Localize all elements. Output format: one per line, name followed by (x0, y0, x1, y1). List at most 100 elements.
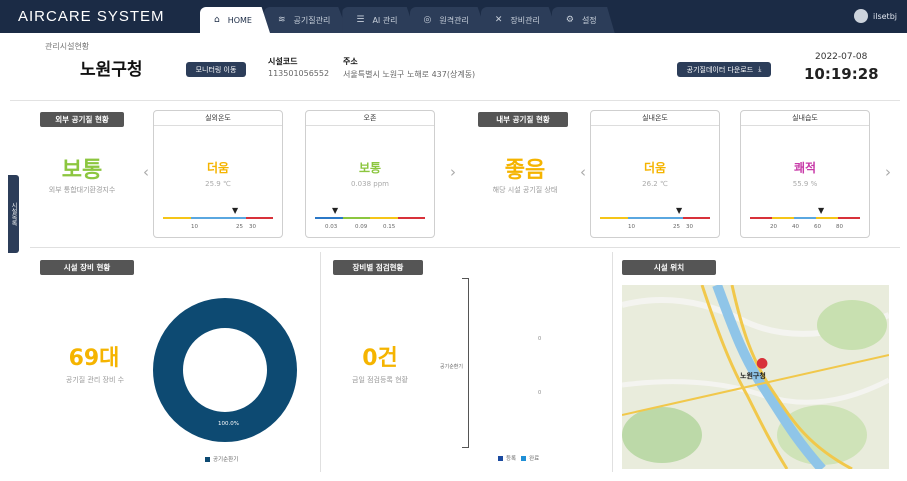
gear-icon: ⚙ (565, 15, 574, 25)
legend-swatch (205, 456, 210, 462)
gauge-ticks: 0.03 0.09 0.15 (315, 224, 425, 232)
card-value: 55.9 % (792, 180, 818, 188)
tab-home[interactable]: ⌂ HOME (200, 7, 270, 33)
metric-card-ozone: 오존 보통 0.038 ppm ▼ 0.03 0.09 0.15 (305, 110, 435, 238)
tick-label: 40 (792, 224, 799, 230)
card-value: 0.038 ppm (351, 180, 389, 188)
tick-label: 20 (770, 224, 777, 230)
outdoor-caption: 외부 통합대기환경지수 (48, 186, 116, 194)
card-value: 25.9 ℃ (205, 180, 231, 188)
map-marker-icon[interactable]: ● (756, 355, 768, 371)
facility-header: 관리시설현황 노원구청 모니터링 이동 시설코드 113501056552 주소… (10, 33, 900, 98)
tick-label: 25 (673, 224, 680, 230)
header-divider (10, 100, 900, 101)
gauge-scale (315, 217, 425, 219)
tick-label: 0.03 (325, 224, 338, 230)
column-divider (320, 252, 321, 472)
inspection-caption: 금일 점검등록 현황 (352, 376, 408, 384)
map-marker-label: 노원구청 (740, 372, 766, 380)
current-date: 2022-07-08 (815, 52, 868, 62)
tab-label: AI 관리 (372, 15, 398, 25)
tab-label: 공기질관리 (293, 15, 331, 25)
tab-label: 원격관리 (439, 15, 469, 25)
equipment-count: 69대 (68, 346, 120, 371)
outdoor-section-title: 외부 공기질 현황 (40, 112, 124, 127)
tick-label: 30 (686, 224, 693, 230)
card-title: 실내온도 (591, 111, 719, 126)
inspection-axis-bracket (462, 278, 469, 448)
chevron-left-icon[interactable]: ‹ (580, 163, 586, 181)
tick-label: 80 (836, 224, 843, 230)
monitoring-button[interactable]: 모니터링 이동 (186, 62, 246, 77)
gauge-marker-icon: ▼ (676, 206, 683, 215)
donut-percent-label: 100.0% (218, 421, 239, 427)
download-label: 공기질데이터 다운로드 (686, 65, 754, 74)
card-status: 보통 (358, 161, 382, 175)
tick-label: 30 (249, 224, 256, 230)
facility-code-label: 시설코드 (268, 57, 298, 66)
legend-label: 등록 (506, 456, 517, 462)
avatar (854, 9, 869, 23)
donut-slice (153, 298, 297, 442)
download-icon: ⤓ (758, 65, 762, 73)
airflow-icon: ≋ (278, 15, 286, 25)
gauge-ticks: 10 25 30 (163, 224, 273, 232)
gauge-scale (750, 217, 860, 219)
column-divider (612, 252, 613, 472)
tick-label: 10 (628, 224, 635, 230)
tab-label: 설정 (581, 15, 597, 25)
tick-label: 25 (236, 224, 243, 230)
location-section-title: 시설 위치 (622, 260, 716, 275)
tick-label: 0.15 (383, 224, 396, 230)
card-status: 더움 (206, 161, 230, 175)
tab-air-quality[interactable]: ≋ 공기질관리 (264, 7, 349, 33)
app-logo[interactable]: AIRCARE SYSTEM (18, 8, 165, 25)
tab-remote[interactable]: ◎ 원격관리 (409, 7, 487, 33)
equipment-section-title: 시설 장비 현황 (40, 260, 134, 275)
tab-ai[interactable]: ☰ AI 관리 (342, 7, 416, 33)
tab-label: 장비관리 (510, 15, 540, 25)
metric-card-indoor-temp: 실내온도 더움 26.2 ℃ ▼ 10 25 30 (590, 110, 720, 238)
tab-equipment[interactable]: ✕ 장비관리 (480, 7, 558, 33)
indoor-status: 좋음 (504, 158, 546, 183)
gauge-marker-icon: ▼ (332, 206, 339, 215)
chevron-left-icon[interactable]: ‹ (143, 163, 149, 181)
y-tick-label: 0 (538, 336, 542, 342)
indoor-caption: 해당 시설 공기질 상태 (492, 186, 558, 194)
main-tabs: ⌂ HOME ≋ 공기질관리 ☰ AI 관리 ◎ 원격관리 ✕ 장비관리 ⚙ 설… (200, 7, 615, 33)
tick-label: 60 (814, 224, 821, 230)
top-navigation-bar: AIRCARE SYSTEM ⌂ HOME ≋ 공기질관리 ☰ AI 관리 ◎ … (0, 0, 907, 33)
equipment-legend: 공기순환기 (205, 455, 238, 463)
gauge-ticks: 20 40 60 80 (750, 224, 860, 232)
card-status: 더움 (643, 161, 667, 175)
facility-map[interactable]: ● 노원구청 (622, 285, 889, 469)
address-value: 서울특별시 노원구 노해로 437(상계동) (343, 70, 476, 79)
legend-swatch (521, 455, 527, 461)
inspection-count: 0건 (362, 346, 398, 371)
user-menu[interactable]: ilsetbj (854, 9, 897, 23)
download-data-button[interactable]: 공기질데이터 다운로드 ⤓ (677, 62, 771, 77)
axis-category-label: 공기순환기 (440, 364, 464, 370)
user-name: ilsetbj (873, 11, 897, 21)
gauge-scale (163, 217, 273, 219)
equipment-caption: 공기질 관리 장비 수 (65, 376, 125, 384)
sidebar-toggle-tab[interactable]: 시설목록 (8, 175, 19, 253)
outdoor-status: 보통 (61, 158, 103, 183)
card-status: 쾌적 (793, 161, 817, 175)
legend-label: 공기순환기 (213, 457, 239, 463)
tab-settings[interactable]: ⚙ 설정 (551, 7, 615, 33)
tick-label: 0.09 (355, 224, 368, 230)
chevron-right-icon[interactable]: › (450, 163, 456, 181)
gauge-scale (600, 217, 710, 219)
remote-icon: ◎ (423, 15, 432, 25)
home-icon: ⌂ (214, 15, 220, 25)
section-divider (30, 247, 900, 248)
card-title: 실외온도 (154, 111, 282, 126)
chevron-right-icon[interactable]: › (885, 163, 891, 181)
metric-card-outdoor-temp: 실외온도 더움 25.9 ℃ ▼ 10 25 30 (153, 110, 283, 238)
card-title: 실내습도 (741, 111, 869, 126)
card-value: 26.2 ℃ (642, 180, 668, 188)
current-time: 10:19:28 (804, 65, 879, 83)
list-icon: ☰ (356, 15, 365, 25)
card-title: 오존 (306, 111, 434, 126)
